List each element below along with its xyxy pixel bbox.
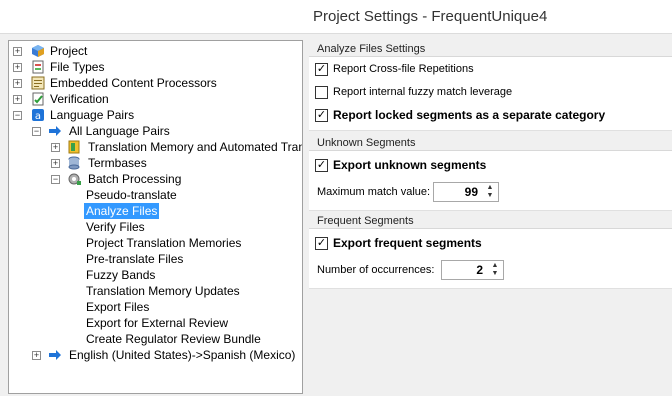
- tree-item-label: English (United States)->Spanish (Mexico…: [69, 348, 296, 362]
- expand-icon[interactable]: +: [13, 79, 22, 88]
- checkbox-label: Report locked segments as a separate cat…: [333, 108, 606, 122]
- spinner-arrows-icon[interactable]: ▲ ▼: [490, 262, 500, 278]
- tree-item-label: Language Pairs: [50, 108, 135, 122]
- tree-item-label: Embedded Content Processors: [50, 76, 217, 90]
- file-types-icon: [31, 60, 45, 74]
- tree-item-label: Verify Files: [86, 220, 145, 234]
- expand-icon[interactable]: +: [32, 351, 41, 360]
- batch-gear-icon: [67, 172, 81, 186]
- max-match-value: 99: [464, 185, 478, 199]
- tree-item-label: Project Translation Memories: [86, 236, 242, 250]
- tree-item-label: Export for External Review: [86, 316, 229, 330]
- arrow-right-icon: [48, 124, 62, 138]
- frequent-segments-group: ✓ Export frequent segments Number of occ…: [309, 229, 672, 289]
- settings-panel: Analyze Files Settings ✓ Report Cross-fi…: [309, 40, 672, 396]
- collapse-icon[interactable]: −: [13, 111, 22, 120]
- window-title: Project Settings - FrequentUnique4: [313, 8, 548, 25]
- tree-item-label: All Language Pairs: [69, 124, 170, 138]
- tree-item-label: Batch Processing: [88, 172, 182, 186]
- tree-item-label: File Types: [50, 60, 105, 74]
- project-icon: [31, 44, 45, 58]
- expand-icon[interactable]: +: [51, 143, 60, 152]
- tree-item-label: Translation Memory Updates: [86, 284, 240, 298]
- verification-icon: [31, 92, 45, 106]
- checkbox-label: Export unknown segments: [333, 158, 487, 172]
- checkbox-checked-icon[interactable]: ✓: [315, 159, 328, 172]
- checkbox-checked-icon[interactable]: ✓: [315, 63, 328, 76]
- expand-icon[interactable]: +: [13, 95, 22, 104]
- tree-item-label: Create Regulator Review Bundle: [86, 332, 261, 346]
- tree-item-label: Pseudo-translate: [86, 188, 177, 202]
- tree-item-label: Termbases: [88, 156, 147, 170]
- tree-item-label: Fuzzy Bands: [86, 268, 156, 282]
- tree-item-label: Verification: [50, 92, 109, 106]
- occurrences-label: Number of occurrences:: [317, 264, 435, 276]
- tree-item-label: Pre-translate Files: [86, 252, 184, 266]
- max-match-label: Maximum match value:: [317, 186, 431, 198]
- termbase-icon: [67, 156, 81, 170]
- frequent-segments-header: Frequent Segments: [317, 215, 414, 227]
- collapse-icon[interactable]: −: [32, 127, 41, 136]
- tree-item-label: Analyze Files: [84, 203, 160, 219]
- language-pairs-icon: a: [31, 108, 45, 122]
- analyze-settings-group: ✓ Report Cross-file Repetitions Report i…: [309, 57, 672, 131]
- analyze-settings-header: Analyze Files Settings: [317, 43, 426, 55]
- settings-tree[interactable]: + Project + File Types + Embedded Conten…: [8, 40, 303, 394]
- expand-icon[interactable]: +: [13, 63, 22, 72]
- embedded-content-icon: [31, 76, 45, 90]
- checkbox-checked-icon[interactable]: ✓: [315, 109, 328, 122]
- collapse-icon[interactable]: −: [51, 175, 60, 184]
- max-match-spinner[interactable]: 99 ▲ ▼: [433, 182, 499, 202]
- expand-icon[interactable]: +: [13, 47, 22, 56]
- checkbox-unchecked-icon[interactable]: [315, 86, 328, 99]
- tm-icon: [67, 140, 81, 154]
- checkbox-checked-icon[interactable]: ✓: [315, 237, 328, 250]
- checkbox-label: Export frequent segments: [333, 236, 482, 250]
- tree-item-label: Translation Memory and Automated Tran: [88, 140, 303, 154]
- unknown-segments-group: ✓ Export unknown segments Maximum match …: [309, 151, 672, 211]
- occurrences-value: 2: [476, 263, 483, 277]
- checkbox-label: Report internal fuzzy match leverage: [333, 86, 513, 98]
- svg-text:a: a: [35, 111, 41, 122]
- spinner-arrows-icon[interactable]: ▲ ▼: [485, 184, 495, 200]
- expand-icon[interactable]: +: [51, 159, 60, 168]
- title-bar: Project Settings - FrequentUnique4: [0, 0, 672, 34]
- tree-item-label: Export Files: [86, 300, 150, 314]
- checkbox-label: Report Cross-file Repetitions: [333, 63, 474, 75]
- tree-item-label: Project: [50, 44, 88, 58]
- occurrences-spinner[interactable]: 2 ▲ ▼: [441, 260, 504, 280]
- unknown-segments-header: Unknown Segments: [317, 137, 416, 149]
- arrow-right-icon: [48, 348, 62, 362]
